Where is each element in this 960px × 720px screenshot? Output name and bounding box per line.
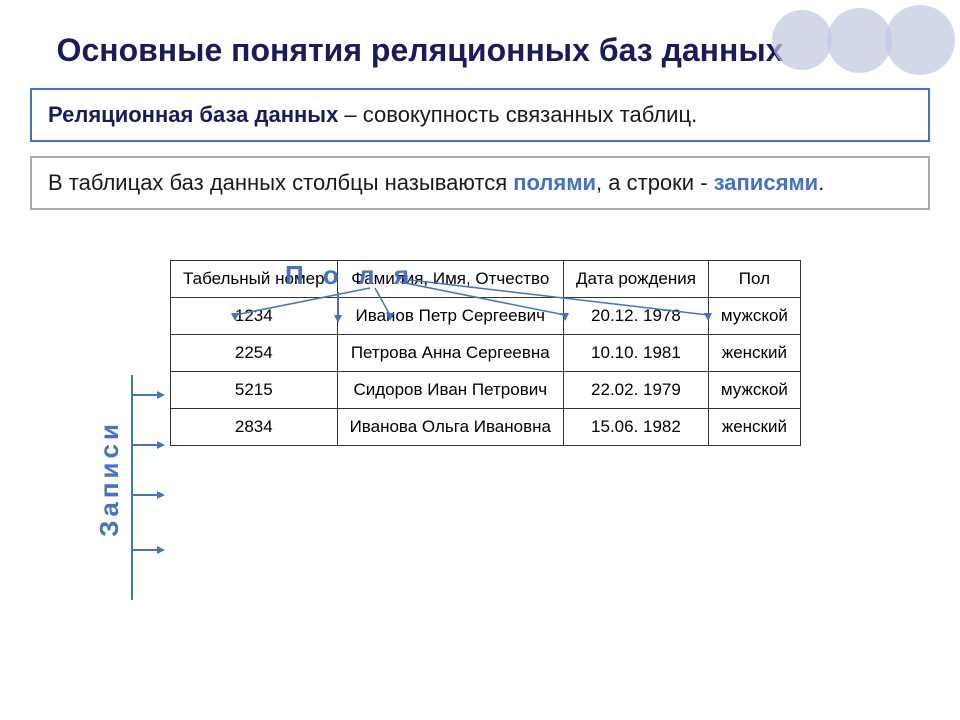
table-row: 1234Иванов Петр Сергеевич20.12. 1978мужс…: [171, 298, 801, 335]
deco-circle-1: [885, 5, 955, 75]
cell-1-3: женский: [708, 335, 800, 372]
cell-3-0: 2834: [171, 409, 338, 446]
definition-term: Реляционная база данных: [48, 102, 338, 127]
info-box: В таблицах баз данных столбцы называются…: [30, 156, 930, 211]
cell-3-1: Иванова Ольга Ивановна: [337, 409, 563, 446]
cell-0-2: 20.12. 1978: [563, 298, 708, 335]
definition-dash: –: [338, 102, 362, 127]
definition-box: Реляционная база данных – совокупность с…: [30, 88, 930, 142]
cell-2-2: 22.02. 1979: [563, 372, 708, 409]
table-row: 2254Петрова Анна Сергеевна10.10. 1981жен…: [171, 335, 801, 372]
cell-3-3: женский: [708, 409, 800, 446]
database-table: Табельный номер Фамилия, Имя, Отчество Д…: [170, 260, 801, 446]
cell-0-0: 1234: [171, 298, 338, 335]
records-word: записями: [714, 170, 819, 195]
definition-rest: совокупность связанных таблиц.: [363, 102, 697, 127]
col-header-3: Пол: [708, 261, 800, 298]
cell-1-2: 10.10. 1981: [563, 335, 708, 372]
cell-0-3: мужской: [708, 298, 800, 335]
table-container: Табельный номер Фамилия, Имя, Отчество Д…: [170, 260, 930, 446]
records-label: Записи: [94, 420, 125, 537]
col-header-2: Дата рождения: [563, 261, 708, 298]
table-header-row: Табельный номер Фамилия, Имя, Отчество Д…: [171, 261, 801, 298]
decorative-circles: [740, 0, 960, 80]
cell-2-3: мужской: [708, 372, 800, 409]
cell-1-0: 2254: [171, 335, 338, 372]
slide: Основные понятия реляционных баз данных …: [0, 0, 960, 720]
cell-2-0: 5215: [171, 372, 338, 409]
info-text-3: .: [818, 170, 824, 195]
table-row: 5215Сидоров Иван Петрович22.02. 1979мужс…: [171, 372, 801, 409]
records-label-wrapper: Записи: [94, 420, 125, 542]
info-text-2: , а строки -: [596, 170, 714, 195]
cell-0-1: Иванов Петр Сергеевич: [337, 298, 563, 335]
cell-3-2: 15.06. 1982: [563, 409, 708, 446]
fields-word: полями: [513, 170, 596, 195]
table-row: 2834Иванова Ольга Ивановна15.06. 1982жен…: [171, 409, 801, 446]
fields-label: П о л я: [285, 260, 415, 291]
deco-circle-2: [827, 8, 892, 73]
cell-1-1: Петрова Анна Сергеевна: [337, 335, 563, 372]
cell-2-1: Сидоров Иван Петрович: [337, 372, 563, 409]
deco-circle-3: [772, 10, 832, 70]
diagram-area: П о л я: [90, 260, 930, 620]
info-text-1: В таблицах баз данных столбцы называются: [48, 170, 513, 195]
